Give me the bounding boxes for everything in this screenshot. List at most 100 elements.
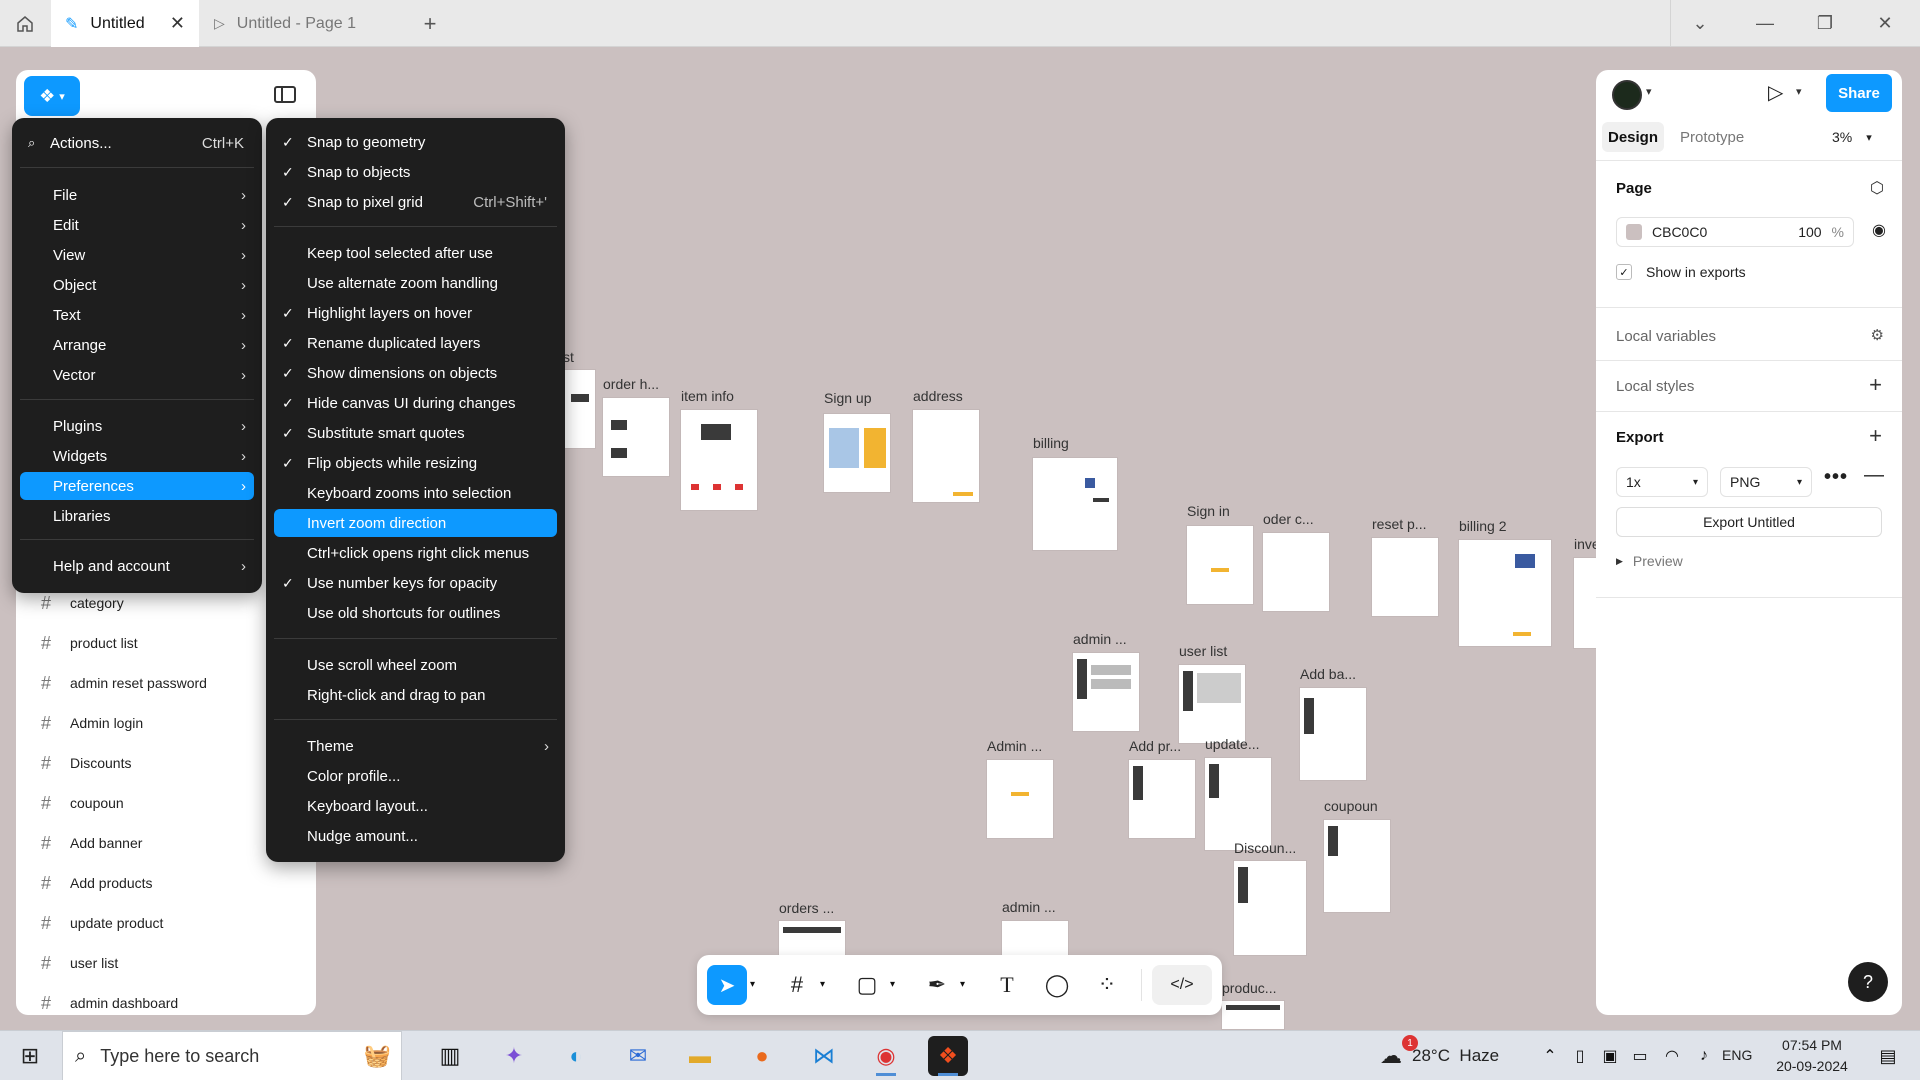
copilot-icon[interactable]: ✦ (494, 1036, 534, 1076)
pref-old-shortcuts[interactable]: Use old shortcuts for outlines (274, 599, 557, 627)
pref-flip-objects[interactable]: ✓ Flip objects while resizing (274, 449, 557, 477)
pref-smart-quotes[interactable]: ✓ Substitute smart quotes (274, 419, 557, 447)
frame-thumbnail[interactable] (1263, 533, 1329, 611)
frame-thumbnail[interactable] (1300, 688, 1366, 780)
tab-design[interactable]: Design (1602, 122, 1664, 152)
pref-keyboard-layout[interactable]: Keyboard layout... (274, 792, 557, 820)
weather-widget[interactable]: ☁ 1 28°C Haze (1380, 1031, 1499, 1080)
frame-thumbnail[interactable] (824, 414, 890, 492)
new-tab-icon[interactable]: + (410, 0, 450, 47)
pref-alt-zoom[interactable]: Use alternate zoom handling (274, 269, 557, 297)
tab-untitled-page-1[interactable]: ▷ Untitled - Page 1 (200, 0, 405, 47)
frame-thumbnail[interactable] (565, 370, 595, 448)
pref-rename-duplicated[interactable]: ✓ Rename duplicated layers (274, 329, 557, 357)
menu-item-edit[interactable]: Edit › (20, 211, 254, 239)
eye-icon[interactable]: ◉ (1872, 220, 1886, 240)
task-view-icon[interactable]: ▥ (430, 1036, 470, 1076)
export-button[interactable]: Export Untitled (1616, 507, 1882, 537)
pref-highlight-layers[interactable]: ✓ Highlight layers on hover (274, 299, 557, 327)
pref-number-keys[interactable]: ✓ Use number keys for opacity (274, 569, 557, 597)
frame-thumbnail[interactable] (1324, 820, 1390, 912)
sidebar-toggle-icon[interactable] (274, 86, 296, 103)
pref-invert-zoom[interactable]: Invert zoom direction (274, 509, 557, 537)
frame-thumbnail[interactable] (1234, 861, 1306, 955)
chevron-down-icon[interactable]: ▾ (1796, 85, 1802, 98)
windows-start-icon[interactable]: ⊞ (10, 1036, 50, 1076)
more-options-icon[interactable]: ••• (1824, 466, 1848, 489)
pref-snap-geometry[interactable]: ✓ Snap to geometry (274, 128, 557, 156)
frame-tool-button[interactable]: # (777, 965, 817, 1005)
menu-item-text[interactable]: Text › (20, 301, 254, 329)
pref-nudge-amount[interactable]: Nudge amount... (274, 822, 557, 850)
firefox-icon[interactable]: ● (742, 1036, 782, 1076)
menu-item-libraries[interactable]: Libraries (20, 502, 254, 530)
file-explorer-icon[interactable]: ▬ (680, 1036, 720, 1076)
local-variables-title[interactable]: Local variables (1616, 328, 1716, 345)
frame-thumbnail[interactable] (913, 410, 979, 502)
resources-tool-button[interactable]: ⁘ (1087, 965, 1127, 1005)
menu-item-help[interactable]: Help and account › (20, 552, 254, 580)
frame-thumbnail[interactable] (1179, 665, 1245, 743)
frame-thumbnail[interactable] (1222, 1001, 1284, 1029)
opacity-value[interactable]: 100 (1798, 224, 1821, 240)
frame-thumbnail[interactable] (603, 398, 669, 476)
restore-icon[interactable]: ❐ (1800, 0, 1850, 47)
tab-untitled[interactable]: ✎ Untitled ✕ (51, 0, 199, 47)
layer-item[interactable]: # Add products (38, 863, 153, 903)
frame-thumbnail[interactable] (681, 410, 757, 510)
notifications-icon[interactable]: ▤ (1868, 1036, 1908, 1076)
present-play-icon[interactable]: ▷ (1768, 80, 1783, 105)
pref-hide-canvas-ui[interactable]: ✓ Hide canvas UI during changes (274, 389, 557, 417)
chevron-down-icon[interactable]: ▾ (820, 979, 825, 990)
chevron-down-icon[interactable]: ▾ (1646, 85, 1652, 98)
pref-snap-pixel-grid[interactable]: ✓ Snap to pixel grid Ctrl+Shift+' (274, 188, 557, 216)
add-style-icon[interactable]: + (1869, 372, 1882, 398)
chevron-down-icon[interactable]: ▾ (890, 979, 895, 990)
preview-toggle[interactable]: ▶ Preview (1616, 553, 1683, 569)
chrome-icon[interactable]: ◉ (866, 1036, 906, 1076)
frame-thumbnail[interactable] (1372, 538, 1438, 616)
add-export-icon[interactable]: + (1869, 423, 1882, 449)
frame-thumbnail[interactable] (1129, 760, 1195, 838)
frame-thumbnail[interactable] (987, 760, 1053, 838)
frame-thumbnail[interactable] (1574, 558, 1596, 648)
menu-item-plugins[interactable]: Plugins › (20, 412, 254, 440)
export-format-select[interactable]: PNG ▾ (1720, 467, 1812, 497)
minimize-icon[interactable]: — (1740, 0, 1790, 47)
menu-item-preferences[interactable]: Preferences › (20, 472, 254, 500)
mail-icon[interactable]: ✉ (618, 1036, 658, 1076)
edge-browser-icon[interactable]: ◐ (556, 1036, 596, 1076)
share-button[interactable]: Share (1826, 74, 1892, 112)
pen-tool-button[interactable]: ✒ (917, 965, 957, 1005)
avatar[interactable] (1612, 80, 1642, 110)
layer-item[interactable]: # product list (38, 623, 138, 663)
taskbar-search[interactable]: ⌕ Type here to search 🧺 (62, 1031, 402, 1080)
frame-thumbnail[interactable] (1033, 458, 1117, 550)
pref-color-profile[interactable]: Color profile... (274, 762, 557, 790)
menu-item-file[interactable]: File › (20, 181, 254, 209)
move-tool-button[interactable]: ➤ (707, 965, 747, 1005)
menu-item-view[interactable]: View › (20, 241, 254, 269)
chevron-down-icon[interactable]: ▾ (960, 979, 965, 990)
export-scale-select[interactable]: 1x ▾ (1616, 467, 1708, 497)
layer-item[interactable]: # Admin login (38, 703, 143, 743)
chevron-down-icon[interactable]: ⌄ (1680, 0, 1720, 47)
layer-item[interactable]: # user list (38, 943, 118, 983)
menu-item-object[interactable]: Object › (20, 271, 254, 299)
close-icon[interactable]: ✕ (170, 13, 185, 34)
styles-icon[interactable]: ⬡ (1870, 178, 1884, 198)
pref-right-click-pan[interactable]: Right-click and drag to pan (274, 681, 557, 709)
page-color-field[interactable]: CBC0C0 100 % (1616, 217, 1854, 247)
pref-keyboard-zooms[interactable]: Keyboard zooms into selection (274, 479, 557, 507)
main-menu-button[interactable]: ❖ ▾ (24, 76, 80, 116)
menu-item-widgets[interactable]: Widgets › (20, 442, 254, 470)
remove-export-icon[interactable]: — (1864, 464, 1884, 487)
language-indicator[interactable]: ENG (1722, 1047, 1752, 1063)
menu-item-arrange[interactable]: Arrange › (20, 331, 254, 359)
show-in-exports-checkbox[interactable]: ✓ (1616, 264, 1632, 280)
comment-tool-button[interactable]: ◯ (1037, 965, 1077, 1005)
variables-icon[interactable]: ⚙ (1871, 326, 1884, 344)
pref-keep-tool[interactable]: Keep tool selected after use (274, 239, 557, 267)
speaker-icon[interactable]: ♪ (1684, 1036, 1724, 1076)
actions-search[interactable]: ⌕ Actions... Ctrl+K (20, 129, 254, 157)
